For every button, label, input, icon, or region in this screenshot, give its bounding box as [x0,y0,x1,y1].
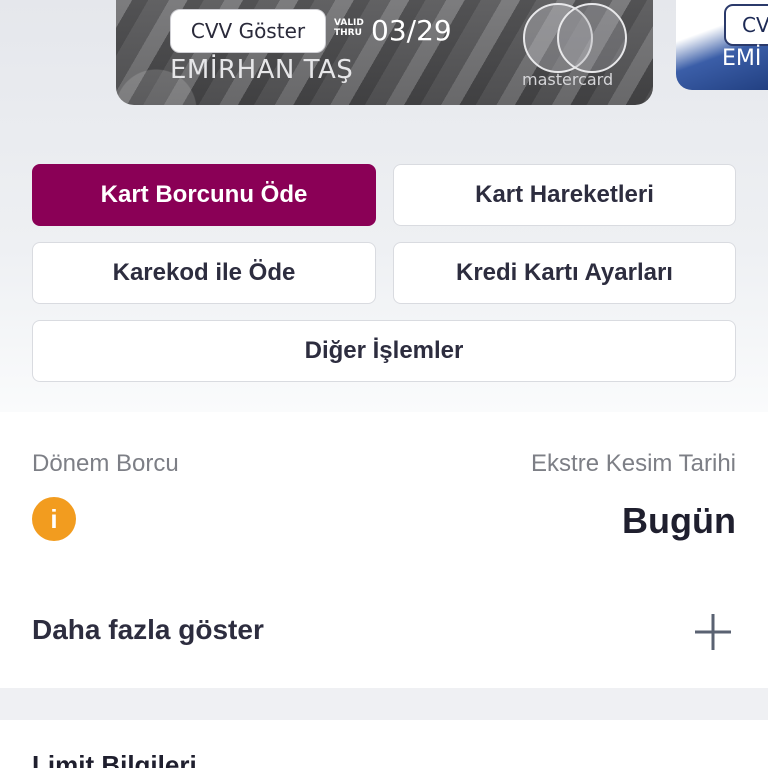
info-icon[interactable]: i [32,497,76,541]
plus-icon[interactable] [693,612,733,652]
valid-thru-label: VALID THRU [334,18,364,38]
card-holder-name: EMİRHAN TAŞ [170,55,354,85]
limit-info-title: Limit Bilgileri [32,750,197,768]
pay-card-debt-button[interactable]: Kart Borcunu Öde [32,164,376,226]
card-brand-text: mastercard [522,70,614,89]
statement-date-label: Ekstre Kesim Tarihi [531,450,736,477]
card-transactions-button[interactable]: Kart Hareketleri [393,164,736,226]
show-more-row[interactable]: Daha fazla göster [0,588,768,674]
valid-thru-text: VALID THRU [334,18,364,38]
card2-cvv-button[interactable]: CV [724,4,768,46]
period-debt-label: Dönem Borcu [32,450,179,477]
cvv-show-button[interactable]: CVV Göster [170,9,326,53]
statement-date-value: Bugün [622,500,736,541]
card-expiry: 03/29 [371,14,452,47]
show-more-label: Daha fazla göster [32,614,264,645]
secondary-credit-card[interactable]: CV EMİ [676,0,768,90]
qr-pay-button[interactable]: Karekod ile Öde [32,242,376,304]
section-divider [0,688,768,720]
other-actions-button[interactable]: Diğer İşlemler [32,320,736,382]
card-settings-button[interactable]: Kredi Kartı Ayarları [393,242,736,304]
card2-holder-name: EMİ [722,46,762,71]
credit-card[interactable]: CVV Göster VALID THRU 03/29 EMİRHAN TAŞ … [116,0,653,105]
